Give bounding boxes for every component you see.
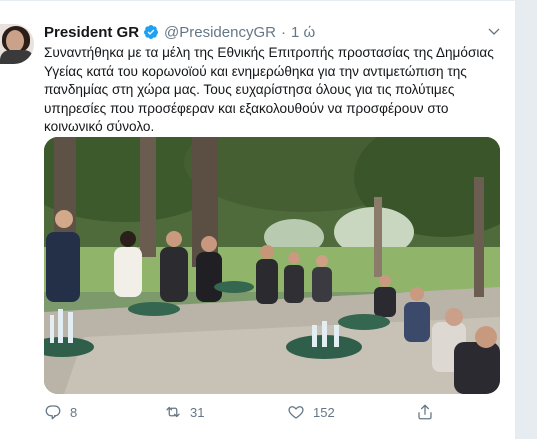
- tweet-header: President GR @PresidencyGR · 1 ώ: [44, 22, 315, 42]
- tweet-photo[interactable]: [44, 137, 500, 394]
- reply-count: 8: [70, 404, 78, 420]
- chevron-down-icon[interactable]: [486, 24, 502, 40]
- retweet-count: 31: [190, 404, 205, 420]
- share-icon: [418, 404, 432, 420]
- verified-badge-icon: [143, 24, 159, 40]
- tweet-text: Συναντήθηκα με τα μέλη της Εθνικής Επιτρ…: [44, 45, 494, 134]
- like-button[interactable]: 152: [287, 402, 335, 422]
- like-count: 152: [313, 404, 335, 420]
- separator: ·: [280, 23, 286, 41]
- timestamp[interactable]: 1 ώ: [291, 24, 315, 41]
- share-button[interactable]: [416, 402, 434, 422]
- avatar[interactable]: [0, 24, 34, 64]
- reply-icon: [45, 405, 61, 420]
- handle[interactable]: @PresidencyGR: [164, 24, 276, 41]
- scroll-gutter: [516, 0, 537, 439]
- tweet-card[interactable]: President GR @PresidencyGR · 1 ώ Συναντή…: [0, 0, 516, 439]
- reply-button[interactable]: 8: [44, 402, 77, 422]
- tweet-actions: 8 31 152: [44, 402, 504, 422]
- retweet-icon: [166, 406, 180, 418]
- retweet-button[interactable]: 31: [164, 402, 204, 422]
- display-name[interactable]: President GR: [44, 24, 139, 41]
- divider: [0, 0, 515, 1]
- heart-icon: [288, 406, 304, 419]
